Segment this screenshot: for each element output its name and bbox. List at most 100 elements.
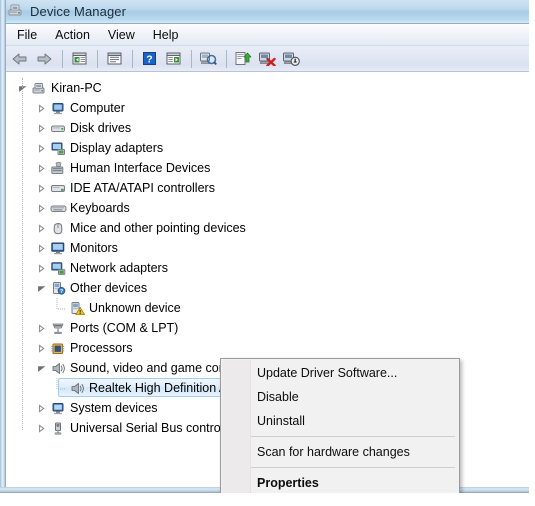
expand-arrow-icon[interactable] [33, 218, 49, 238]
tree-node-display-adapters[interactable]: Display adapters [6, 138, 529, 158]
mouse-icon [49, 220, 67, 236]
expand-arrow-icon[interactable] [33, 238, 49, 258]
ctx-scan-for-hardware-changes[interactable]: Scan for hardware changes [221, 440, 459, 464]
expand-arrow-icon[interactable] [33, 198, 49, 218]
computer-root-icon [30, 80, 48, 96]
window-border-left [0, 0, 6, 493]
tree-node-label: Disk drives [70, 121, 132, 135]
tree-node-ide-ata-atapi-controllers[interactable]: IDE ATA/ATAPI controllers [6, 178, 529, 198]
tool-bar: ? [0, 46, 529, 72]
toolbar-separator [191, 49, 192, 68]
scan-for-hardware-changes-icon[interactable] [197, 48, 219, 70]
show-hide-console-tree-icon[interactable] [68, 48, 90, 70]
toolbar-separator [132, 49, 133, 68]
expand-arrow-icon[interactable] [33, 178, 49, 198]
tree-leaf-connector [52, 298, 68, 318]
toolbar-separator [62, 49, 63, 68]
tree-node-label: Keyboards [70, 201, 130, 215]
tree-node-other-devices[interactable]: ? Other devices [6, 278, 529, 298]
expand-arrow-icon[interactable] [33, 398, 49, 418]
collapse-arrow-icon[interactable] [33, 278, 49, 298]
device-manager-icon [7, 2, 24, 21]
tree-node-label: Network adapters [70, 261, 168, 275]
menu-help[interactable]: Help [144, 26, 188, 44]
title-bar: Device Manager [0, 0, 529, 24]
ctx-properties[interactable]: Properties [221, 471, 459, 493]
usb-controller-icon [49, 420, 67, 436]
expand-arrow-icon[interactable] [33, 318, 49, 338]
expand-arrow-icon[interactable] [33, 98, 49, 118]
device-manager-window: Device Manager File Action View Help ? K… [0, 0, 529, 493]
expand-arrow-icon[interactable] [33, 418, 49, 438]
tree-node-label: Other devices [70, 281, 148, 295]
properties-icon[interactable] [103, 48, 125, 70]
tree-node-mice-and-other-pointing-devices[interactable]: Mice and other pointing devices [6, 218, 529, 238]
tree-node-keyboards[interactable]: Keyboards [6, 198, 529, 218]
tree-node-kiran-pc[interactable]: Kiran-PC [6, 78, 529, 98]
keyboard-icon [49, 200, 67, 216]
tree-node-label: Display adapters [70, 141, 164, 155]
tree-node-network-adapters[interactable]: Network adapters [6, 258, 529, 278]
system-device-icon [49, 400, 67, 416]
expand-arrow-icon[interactable] [33, 158, 49, 178]
tree-node-ports-com-lpt[interactable]: Ports (COM & LPT) [6, 318, 529, 338]
ctx-disable[interactable]: Disable [221, 385, 459, 409]
uninstall-icon[interactable] [256, 48, 278, 70]
ide-controller-icon [49, 180, 67, 196]
context-menu-separator [251, 436, 455, 437]
disk-drive-icon [49, 120, 67, 136]
tree-node-human-interface-devices[interactable]: Human Interface Devices [6, 158, 529, 178]
ctx-uninstall[interactable]: Uninstall [221, 409, 459, 433]
show-hide-action-pane-icon[interactable] [162, 48, 184, 70]
disable-icon[interactable] [280, 48, 302, 70]
window-title: Device Manager [30, 4, 127, 19]
tree-node-processors[interactable]: Processors [6, 338, 529, 358]
context-menu-separator [251, 467, 455, 468]
processor-icon [49, 340, 67, 356]
tree-node-disk-drives[interactable]: Disk drives [6, 118, 529, 138]
toolbar-separator [97, 49, 98, 68]
tree-node-label: System devices [70, 401, 158, 415]
context-menu: Update Driver Software... Disable Uninst… [220, 358, 460, 493]
computer-icon [49, 100, 67, 116]
ctx-update-driver-software[interactable]: Update Driver Software... [221, 361, 459, 385]
unknown-device-warning-icon [68, 300, 86, 316]
tree-node-label: Human Interface Devices [70, 161, 211, 175]
other-device-icon: ? [49, 280, 67, 296]
expand-arrow-icon[interactable] [33, 118, 49, 138]
tree-node-monitors[interactable]: Monitors [6, 238, 529, 258]
port-icon [49, 320, 67, 336]
tree-node-label: Kiran-PC [51, 81, 102, 95]
tree-node-computer[interactable]: Computer [6, 98, 529, 118]
tree-node-label: Unknown device [89, 301, 181, 315]
svg-text:?: ? [146, 53, 152, 65]
collapse-arrow-icon[interactable] [33, 358, 49, 378]
tree-node-label: Computer [70, 101, 125, 115]
tree-node-label: Ports (COM & LPT) [70, 321, 179, 335]
menu-action[interactable]: Action [46, 26, 99, 44]
menu-bar: File Action View Help [0, 24, 529, 46]
expand-arrow-icon[interactable] [33, 138, 49, 158]
display-adapter-icon [49, 140, 67, 156]
forward-arrow-icon[interactable] [33, 48, 55, 70]
tree-leaf-connector [52, 378, 68, 398]
toolbar-separator [226, 49, 227, 68]
tree-node-unknown-device[interactable]: Unknown device [6, 298, 529, 318]
sound-device-icon [68, 380, 86, 396]
expand-arrow-icon[interactable] [33, 258, 49, 278]
sound-controller-icon [49, 360, 67, 376]
tree-guide-line [22, 78, 23, 430]
tree-node-label: Monitors [70, 241, 118, 255]
menu-view[interactable]: View [99, 26, 144, 44]
monitor-icon [49, 240, 67, 256]
expand-arrow-icon[interactable] [33, 338, 49, 358]
tree-node-label: Mice and other pointing devices [70, 221, 246, 235]
update-driver-software-icon[interactable] [232, 48, 254, 70]
tree-node-label: IDE ATA/ATAPI controllers [70, 181, 215, 195]
network-adapter-icon [49, 260, 67, 276]
tree-node-label: Processors [70, 341, 133, 355]
menu-file[interactable]: File [8, 26, 46, 44]
tree-node-label: Universal Serial Bus controllers [70, 421, 244, 435]
back-arrow-icon[interactable] [9, 48, 31, 70]
help-icon[interactable]: ? [138, 48, 160, 70]
